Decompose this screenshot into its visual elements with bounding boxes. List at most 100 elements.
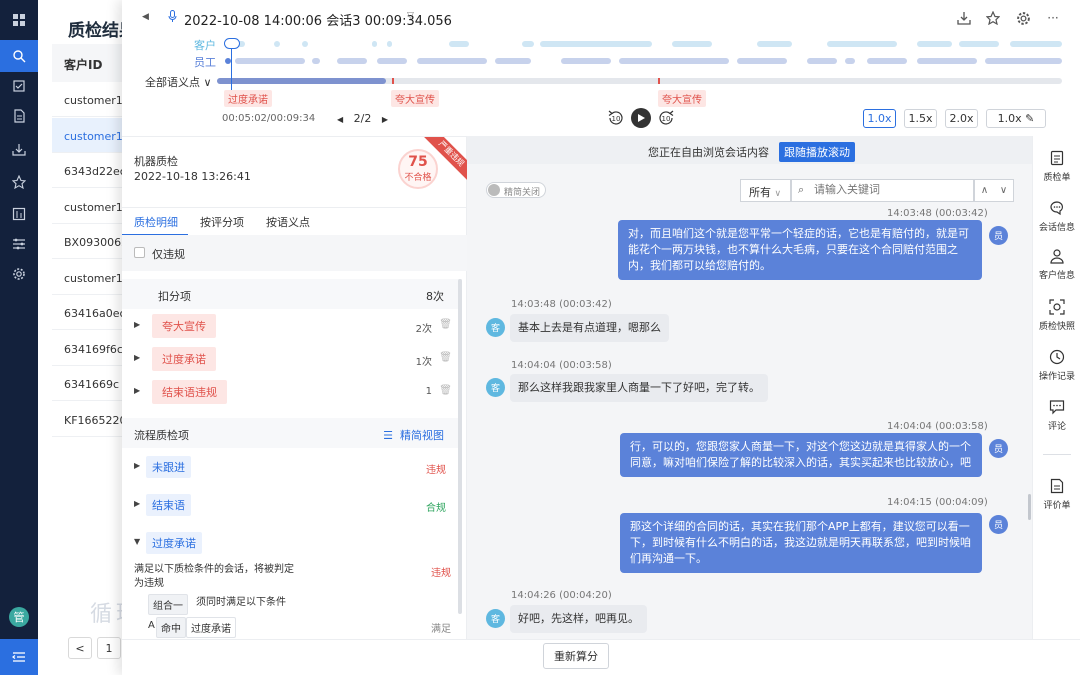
quality-search-icon[interactable] (0, 40, 38, 72)
deduction-count: 8次 (426, 290, 444, 303)
customer-message[interactable]: 基本上去是有点道理，嗯那么 (510, 314, 669, 342)
play-button[interactable] (631, 108, 651, 128)
process-item[interactable]: ▶ 未跟进 违规 (122, 451, 462, 484)
caret-right-icon[interactable]: ▶ (134, 320, 140, 329)
process-chip[interactable]: 过度承诺 (146, 532, 202, 554)
custom-speed-button[interactable]: 1.0x ✎ (986, 109, 1046, 128)
caret-right-icon[interactable]: ▶ (134, 353, 140, 362)
trash-icon[interactable]: 🗑 (439, 385, 452, 396)
transcript-scrollbar[interactable] (1028, 494, 1031, 520)
rail-label: 操作记录 (1038, 372, 1075, 382)
compact-toggle[interactable]: 精简关闭 (486, 182, 546, 198)
violation-marker[interactable] (392, 78, 394, 84)
speed-1x-button[interactable]: 1.0x (863, 109, 896, 128)
employee-message[interactable]: 行，可以的，您跟您家人商量一下，对这个您这边就是真得家人的一个同意，嘛对咱们保险… (620, 433, 982, 477)
back-caret-icon[interactable]: ◀ (142, 12, 149, 22)
employee-message[interactable]: 对，而且咱们这个就是您平常一个轻症的话，它也是有赔付的，就是可能花个一两万块钱，… (618, 220, 982, 280)
panel-scrollbar[interactable] (458, 279, 462, 614)
svg-text:10: 10 (662, 115, 671, 123)
marker-tag[interactable]: 过度承诺 (224, 90, 272, 107)
next-segment-icon[interactable]: ▶ (382, 115, 388, 124)
caret-right-icon[interactable]: ▶ (134, 499, 140, 508)
tab-by-score-item[interactable]: 按评分项 (200, 214, 244, 230)
follow-playback-button[interactable]: 跟随播放滚动 (779, 142, 855, 162)
marker-tag[interactable]: 夸大宣传 (658, 90, 706, 107)
trash-icon[interactable]: 🗑 (439, 352, 452, 363)
chevron-down-icon[interactable]: ▽ (407, 11, 414, 21)
tab-by-semantic-point[interactable]: 按语义点 (266, 214, 310, 230)
collapse-menu-icon[interactable] (0, 639, 38, 675)
checklist-icon[interactable] (0, 70, 38, 102)
keyword-search-input[interactable] (814, 183, 969, 196)
trash-icon[interactable]: 🗑 (439, 319, 452, 330)
user-avatar[interactable]: 管 (9, 607, 29, 627)
deduction-item-count: 2次 (415, 324, 432, 335)
only-violation-checkbox[interactable] (134, 247, 145, 258)
deduction-chip[interactable]: 过度承诺 (152, 347, 216, 371)
process-chip[interactable]: 未跟进 (146, 456, 191, 478)
pager-prev-button[interactable]: < (68, 637, 92, 659)
compact-view-toggle[interactable]: ☰ 精简视图 (383, 427, 444, 443)
employee-message[interactable]: 那这个详细的合同的话，其实在我们那个APP上都有，建议您可以看一下，到时候有什么… (620, 513, 982, 573)
rail-item-review-form[interactable]: 评价单 (1033, 476, 1080, 511)
rail-label: 会话信息 (1038, 223, 1075, 233)
star-icon[interactable] (984, 9, 1002, 27)
customer-message[interactable]: 那么这样我跟我家里人商量一下了好吧，完了转。 (510, 374, 768, 402)
customer-track[interactable] (217, 41, 1062, 47)
customer-message[interactable]: 好吧，先这样，吧再见。 (510, 605, 647, 633)
process-chip[interactable]: 结束语 (146, 494, 191, 516)
speed-2x-button[interactable]: 2.0x (945, 109, 978, 128)
deduction-item[interactable]: ▶ 过度承诺 1次 🗑 (122, 343, 462, 376)
document-icon[interactable] (0, 100, 38, 132)
star-icon[interactable] (0, 166, 38, 198)
grid-icon[interactable] (0, 4, 38, 36)
prev-segment-icon[interactable]: ◀ (337, 115, 343, 124)
rail-item-customer-info[interactable]: 客户信息 (1033, 246, 1080, 281)
process-status: 违规 (426, 465, 446, 476)
semantic-track[interactable] (217, 78, 1062, 84)
violation-marker[interactable] (658, 78, 660, 84)
speed-1-5x-button[interactable]: 1.5x (904, 109, 937, 128)
filter-settings-icon[interactable] (0, 228, 38, 260)
role-filter-select[interactable]: 所有 ∨ (740, 179, 791, 202)
rail-label: 客户信息 (1038, 271, 1075, 281)
rail-item-operation-log[interactable]: 操作记录 (1033, 347, 1080, 382)
deduction-title: 扣分项 (158, 290, 191, 303)
caret-right-icon[interactable]: ▶ (134, 386, 140, 395)
marker-tag[interactable]: 夸大宣传 (391, 90, 439, 107)
caret-right-icon[interactable]: ▶ (134, 461, 140, 470)
inbox-download-icon[interactable] (0, 134, 38, 166)
gear-icon[interactable] (0, 258, 38, 290)
deduction-item[interactable]: ▶ 夸大宣传 2次 🗑 (122, 310, 462, 343)
message-meta: 14:03:48 (00:03:42) (511, 299, 612, 310)
rail-item-comment[interactable]: 评论 (1033, 397, 1080, 432)
qc-items-scroll[interactable]: 扣分项 8次 ▶ 夸大宣传 2次 🗑 ▶ 过度承诺 1次 🗑 ▶ 结束语违规 1… (122, 279, 467, 640)
rail-item-session-info[interactable]: 会话信息 (1033, 198, 1080, 233)
download-icon[interactable] (955, 9, 973, 27)
process-item[interactable]: ▶ 结束语 合规 (122, 489, 462, 522)
report-icon[interactable] (0, 198, 38, 230)
recalculate-button[interactable]: 重新算分 (543, 643, 609, 669)
pager-page-button[interactable]: 1 (97, 637, 121, 659)
only-violation-filter[interactable]: 仅违规 (122, 235, 467, 271)
semantic-filter-dropdown[interactable]: 全部语义点 ∨ (145, 74, 212, 90)
prev-match-icon[interactable]: ∧ (981, 185, 988, 196)
deduction-item[interactable]: ▶ 结束语违规 1 🗑 (122, 376, 462, 409)
form-icon (1033, 148, 1080, 168)
rail-item-qc-form[interactable]: 质检单 (1033, 148, 1080, 183)
forward-10-icon[interactable]: 10 (656, 108, 676, 128)
tab-detail[interactable]: 质检明细 (134, 214, 178, 230)
deduction-chip[interactable]: 结束语违规 (152, 380, 227, 404)
caret-down-icon[interactable]: ▼ (134, 537, 140, 546)
employee-track[interactable] (217, 58, 1062, 64)
next-match-icon[interactable]: ∨ (1000, 185, 1007, 196)
rail-item-qc-snapshot[interactable]: 质检快照 (1033, 297, 1080, 332)
more-icon[interactable]: ··· (1044, 9, 1062, 27)
gear-icon[interactable] (1014, 9, 1032, 27)
hit-status: 满足 (431, 624, 451, 635)
keyword-search[interactable]: ⌕ (791, 179, 974, 202)
rewind-10-icon[interactable]: 10 (606, 108, 626, 128)
playhead-handle[interactable] (224, 38, 240, 49)
deduction-chip[interactable]: 夸大宣传 (152, 314, 216, 338)
process-item-expanded[interactable]: ▼ 过度承诺 (122, 527, 462, 560)
